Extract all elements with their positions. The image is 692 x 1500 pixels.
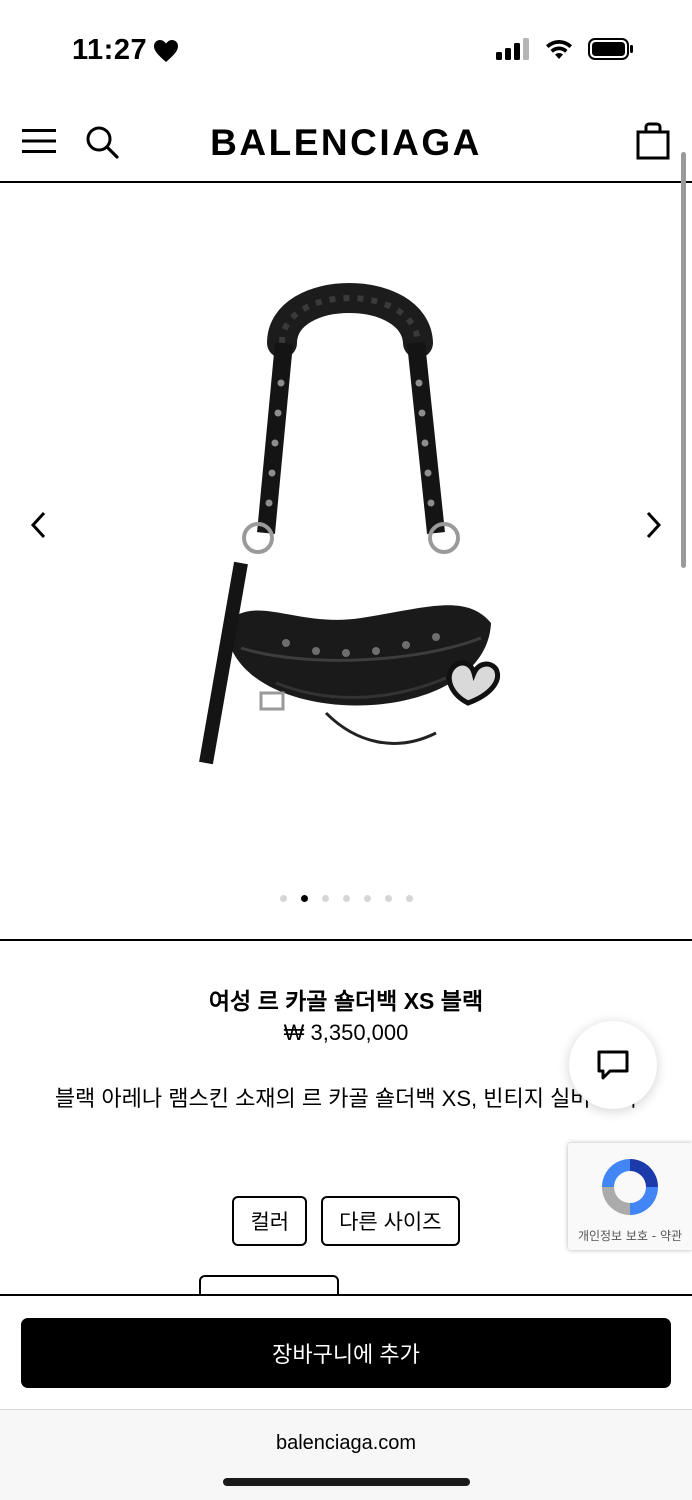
add-to-cart-button[interactable]: 장바구니에 추가 — [21, 1318, 671, 1388]
browser-url[interactable]: balenciaga.com — [0, 1432, 692, 1455]
gallery-dot[interactable] — [321, 895, 329, 902]
shopping-bag-icon[interactable] — [636, 122, 670, 160]
chevron-left-icon[interactable] — [26, 509, 52, 541]
product-gallery[interactable] — [0, 183, 692, 941]
recaptcha-privacy-terms[interactable]: 개인정보 보호 - 약관 — [568, 1227, 692, 1244]
site-header: BALENCIAGA — [0, 100, 692, 183]
gallery-dot[interactable] — [405, 895, 413, 902]
color-button[interactable]: 컬러 — [232, 1196, 308, 1246]
chevron-right-icon[interactable] — [640, 509, 666, 541]
home-indicator[interactable] — [223, 1478, 470, 1486]
gallery-pagination — [0, 895, 692, 902]
status-bar: 11:27 — [0, 0, 692, 100]
status-time: 11:27 — [72, 34, 179, 67]
status-icons — [496, 38, 634, 60]
clock-text: 11:27 — [72, 34, 148, 66]
heart-icon — [154, 39, 179, 62]
recaptcha-icon — [602, 1159, 658, 1215]
gallery-dot-active[interactable] — [300, 895, 308, 902]
recaptcha-badge[interactable]: 개인정보 보호 - 약관 — [568, 1143, 692, 1250]
chat-bubble-icon — [597, 1050, 629, 1080]
sticky-cart-bar: 장바구니에 추가 — [0, 1294, 692, 1409]
brand-logo[interactable]: BALENCIAGA — [0, 122, 692, 164]
gallery-dot[interactable] — [342, 895, 350, 902]
browser-address-bar: balenciaga.com — [0, 1409, 692, 1500]
product-title: 여성 르 카골 숄더백 XS 블랙 — [208, 988, 484, 1014]
gallery-dot[interactable] — [363, 895, 371, 902]
chat-button[interactable] — [569, 1021, 657, 1109]
gallery-dot[interactable] — [279, 895, 287, 902]
product-description: 블랙 아레나 램스킨 소재의 르 카골 숄더백 XS, 빈티지 실버 장식 — [54, 1086, 638, 1111]
product-image[interactable] — [186, 263, 506, 793]
other-sizes-button[interactable]: 다른 사이즈 — [321, 1196, 460, 1246]
wifi-icon — [546, 39, 572, 59]
cellular-signal-icon — [496, 38, 529, 60]
battery-icon — [588, 38, 633, 60]
gallery-dot[interactable] — [384, 895, 392, 902]
